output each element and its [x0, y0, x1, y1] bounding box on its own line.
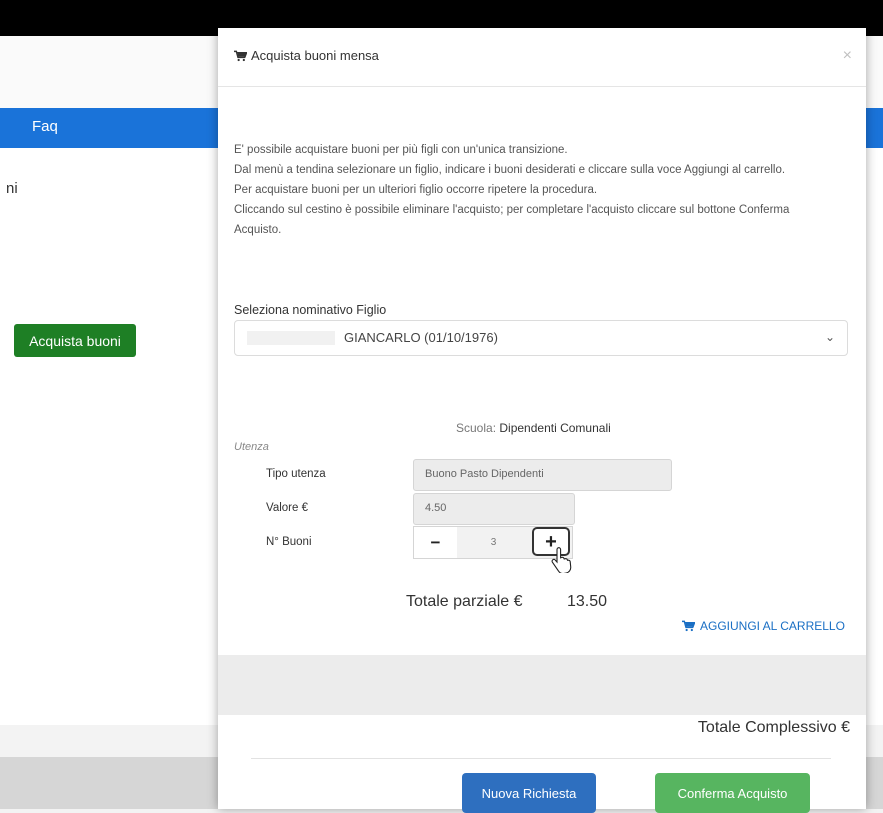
cart-icon	[234, 50, 247, 61]
nav-item-faq[interactable]: Faq	[32, 118, 58, 135]
child-select[interactable]: GIANCARLO (01/10/1976) ⌄	[234, 320, 848, 356]
cart-icon	[682, 620, 695, 632]
purchase-modal: Acquista buoni mensa × E' possibile acqu…	[218, 28, 866, 813]
tipo-utenza-label: Tipo utenza	[266, 468, 326, 480]
chevron-down-icon[interactable]: ⌄	[825, 330, 835, 344]
modal-header: Acquista buoni mensa ×	[218, 28, 866, 87]
add-to-cart-link[interactable]: AGGIUNGI AL CARRELLO	[682, 619, 845, 633]
instruction-line: E' possibile acquistare buoni per più fi…	[234, 144, 568, 156]
child-select-label: Seleziona nominativo Figlio	[234, 303, 387, 317]
cart-area	[218, 655, 866, 715]
utenza-label: Utenza	[234, 441, 269, 453]
school-value: Dipendenti Comunali	[499, 421, 611, 435]
instruction-line: Dal menù a tendina selezionare un figlio…	[234, 164, 786, 176]
tipo-utenza-field: Buono Pasto Dipendenti	[413, 459, 672, 491]
quantity-value[interactable]: 3	[457, 527, 530, 558]
confirm-purchase-button[interactable]: Conferma Acquisto	[655, 773, 810, 813]
buy-vouchers-button[interactable]: Acquista buoni	[14, 324, 136, 357]
modal-instructions: E' possibile acquistare buoni per più fi…	[234, 140, 834, 240]
valore-label: Valore €	[266, 502, 308, 514]
n-buoni-label: N° Buoni	[266, 536, 312, 548]
new-request-button[interactable]: Nuova Richiesta	[462, 773, 596, 813]
quantity-stepper: − 3 +	[413, 526, 573, 559]
divider	[251, 758, 831, 759]
hand-pointer-icon	[551, 547, 572, 573]
redacted-surname	[247, 331, 335, 345]
valore-field: 4.50	[413, 493, 575, 525]
background-partial-text: ni	[6, 180, 18, 197]
grand-total-label: Totale Complessivo €	[697, 719, 850, 736]
subtotal-value: 13.50	[567, 593, 608, 610]
child-select-value: GIANCARLO (01/10/1976)	[344, 330, 498, 345]
close-icon[interactable]: ×	[843, 47, 852, 65]
decrement-button[interactable]: −	[414, 527, 457, 558]
school-label: Scuola:	[456, 421, 497, 435]
add-to-cart-label[interactable]: AGGIUNGI AL CARRELLO	[700, 619, 845, 633]
instruction-line: Per acquistare buoni per un ulteriori fi…	[234, 184, 598, 196]
school-info: Scuola: Dipendenti Comunali	[456, 421, 611, 435]
subtotal-label: Totale parziale €	[406, 593, 523, 610]
modal-title: Acquista buoni mensa	[234, 48, 379, 63]
instruction-line: Cliccando sul cestino è possibile elimin…	[234, 204, 790, 236]
modal-title-text: Acquista buoni mensa	[251, 48, 379, 63]
